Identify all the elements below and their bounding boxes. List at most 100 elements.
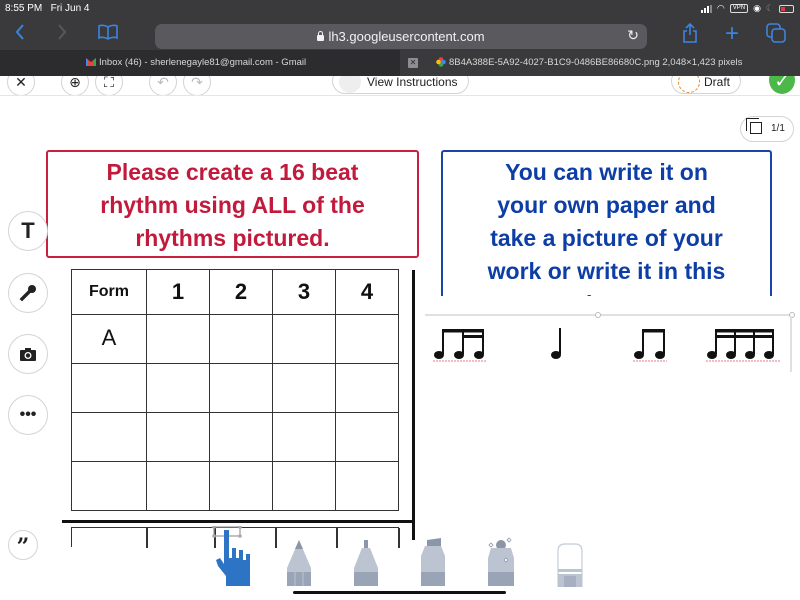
wifi-icon: ◠ — [716, 3, 725, 13]
pages-icon — [746, 118, 762, 134]
zoom-in-icon: ⊕ — [69, 76, 81, 90]
resize-handle[interactable] — [595, 312, 601, 318]
text-tool-button[interactable]: T — [8, 211, 48, 251]
tab-gmail[interactable]: Inbox (46) - sherlenegayle81@gmail.com -… — [0, 50, 400, 76]
status-bar: 8:55 PM Fri Jun 4 ◠ VPN ◉ ☾ — [0, 0, 800, 18]
back-icon — [15, 24, 24, 40]
close-button[interactable]: ✕ — [7, 76, 35, 95]
table-cell[interactable] — [146, 461, 210, 511]
instruction-line: box — [443, 288, 770, 296]
orientation-lock-icon: ◉ — [753, 3, 761, 13]
microphone-icon — [19, 284, 36, 302]
zoom-in-button[interactable]: ⊕ — [61, 76, 89, 95]
share-button[interactable] — [680, 22, 700, 45]
camera-tool-button[interactable] — [8, 334, 48, 374]
table-cell[interactable] — [146, 363, 210, 413]
tabs-icon — [766, 23, 786, 43]
screen: 8:55 PM Fri Jun 4 ◠ VPN ◉ ☾ lh3.googleus… — [0, 0, 800, 600]
tab-image[interactable]: ✕ 8B4A388E-5A92-4027-B1C9-0486BE86680C.p… — [400, 50, 800, 76]
rhythm-four-sixteenths — [706, 326, 782, 362]
table-cell[interactable] — [272, 461, 336, 511]
redo-icon: ↷ — [191, 76, 203, 90]
bookmarks-button[interactable] — [96, 23, 120, 45]
new-tab-button[interactable]: + — [722, 20, 742, 47]
instruction-line: rhythms pictured. — [135, 225, 330, 251]
table-cell[interactable]: A — [71, 314, 147, 364]
address-bar[interactable]: lh3.googleusercontent.com ↻ — [155, 24, 647, 49]
table-cell[interactable] — [71, 363, 147, 413]
table-cell[interactable] — [272, 412, 336, 462]
instruction-line: rhythm using ALL of the — [100, 192, 365, 218]
table-row: A — [71, 314, 399, 364]
table-cell[interactable] — [209, 412, 273, 462]
four-sixteenths-icon — [706, 329, 780, 362]
table-row — [71, 461, 399, 511]
rhythm-strip[interactable] — [425, 312, 795, 374]
draft-check-icon — [678, 76, 700, 93]
table-row — [71, 363, 399, 413]
more-icon: ••• — [19, 406, 37, 423]
table-cell[interactable] — [335, 461, 399, 511]
checkmark-icon: ✓ — [774, 76, 790, 91]
table-cell[interactable] — [272, 314, 336, 364]
marker-tool[interactable] — [419, 538, 447, 591]
comment-tool-button[interactable]: ” — [8, 530, 38, 560]
page-counter[interactable]: 1/1 — [740, 116, 794, 142]
hand-select-tool[interactable] — [212, 525, 252, 593]
status-icons: ◠ VPN ◉ ☾ — [700, 3, 794, 14]
browser-toolbar: lh3.googleusercontent.com ↻ + — [0, 18, 800, 50]
battery-icon — [779, 4, 794, 13]
undo-button[interactable]: ↶ — [149, 76, 177, 95]
instruction-line: work or write it in this — [487, 258, 726, 284]
undo-icon: ↶ — [157, 76, 169, 90]
divider-vertical — [412, 270, 415, 540]
table-cell[interactable] — [146, 314, 210, 364]
pen-tool[interactable] — [352, 540, 380, 591]
instruction-box-blue: You can write it on your own paper and t… — [441, 150, 772, 296]
draft-button[interactable]: Draft — [671, 76, 742, 94]
header-cell: 1 — [146, 269, 210, 315]
more-tool-button[interactable]: ••• — [8, 395, 48, 435]
view-instructions-button[interactable]: View Instructions — [332, 76, 469, 94]
rhythm-quarter-note — [549, 326, 565, 362]
rhythm-two-eighths — [633, 326, 669, 362]
microphone-tool-button[interactable] — [8, 273, 48, 313]
close-tab-icon[interactable]: ✕ — [408, 58, 418, 68]
table-cell[interactable] — [272, 363, 336, 413]
pen-icon — [354, 540, 378, 586]
plus-icon: + — [724, 20, 739, 47]
lock-icon — [317, 30, 325, 41]
fullscreen-button[interactable]: ⛶ — [95, 76, 123, 95]
hand-icon — [212, 525, 250, 586]
tabs-button[interactable] — [764, 23, 788, 45]
instruction-line: your own paper and — [497, 192, 716, 218]
table-cell[interactable] — [71, 412, 147, 462]
table-cell[interactable] — [335, 363, 399, 413]
forward-icon — [58, 24, 67, 40]
status-time: 8:55 PM Fri Jun 4 — [5, 3, 90, 14]
instruction-box-red: Please create a 16 beat rhythm using ALL… — [46, 150, 419, 258]
back-button[interactable] — [10, 23, 30, 45]
table-cell[interactable] — [209, 363, 273, 413]
app-toolbar: ✕ ⊕ ⛶ ↶ ↷ View Instructions Draft ✓ — [0, 76, 800, 96]
header-cell: Form — [71, 269, 147, 315]
bookmarks-icon — [98, 24, 118, 40]
redo-button[interactable]: ↷ — [183, 76, 211, 95]
forward-button[interactable] — [52, 23, 72, 45]
table-cell[interactable] — [146, 412, 210, 462]
marker-icon — [421, 538, 445, 586]
table-cell[interactable] — [335, 314, 399, 364]
submit-button[interactable]: ✓ — [769, 76, 795, 94]
pencil-tool[interactable] — [285, 540, 313, 591]
glitter-tool[interactable] — [486, 536, 516, 591]
table-cell[interactable] — [71, 461, 147, 511]
instruction-line: take a picture of your — [490, 225, 723, 251]
pencil-icon — [287, 540, 311, 586]
reload-icon[interactable]: ↻ — [627, 27, 639, 44]
table-cell[interactable] — [335, 412, 399, 462]
table-cell[interactable] — [209, 314, 273, 364]
table-cell[interactable] — [209, 461, 273, 511]
eraser-tool[interactable] — [556, 543, 584, 592]
tab-bar: Inbox (46) - sherlenegayle81@gmail.com -… — [0, 50, 800, 76]
share-icon — [683, 22, 697, 43]
